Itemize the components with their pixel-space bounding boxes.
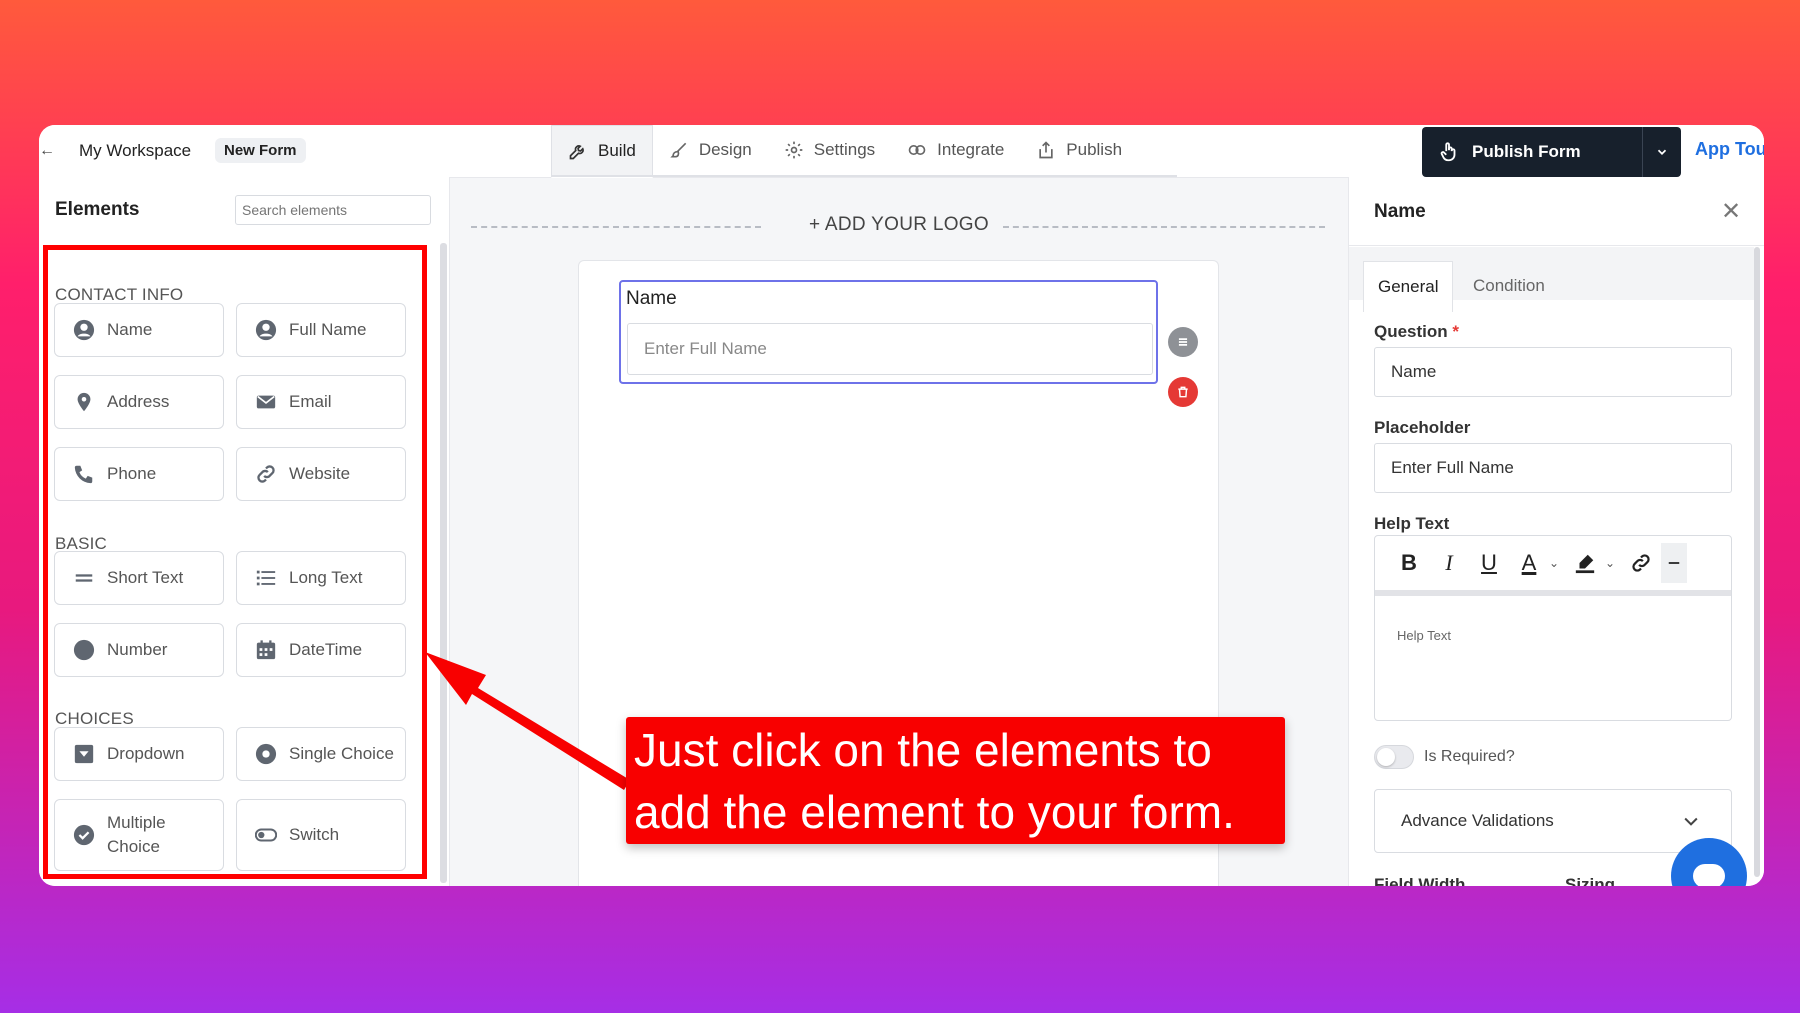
properties-divider [1349, 245, 1764, 246]
advance-validations-label: Advance Validations [1401, 811, 1554, 830]
font-color-button[interactable]: A [1509, 543, 1549, 583]
nav-underline [551, 175, 1177, 177]
marker-icon [1575, 554, 1595, 574]
minus-icon [1668, 562, 1680, 564]
elements-highlight-box [43, 245, 427, 879]
chevron-down-icon[interactable] [1681, 811, 1701, 831]
link-icon [908, 145, 926, 155]
elements-title: Elements [55, 199, 140, 220]
brush-icon [670, 142, 687, 158]
wrench-icon [569, 145, 584, 160]
insert-link-button[interactable] [1621, 543, 1661, 583]
share-icon [1039, 141, 1053, 159]
publish-dropdown-toggle[interactable] [1642, 127, 1681, 177]
close-icon[interactable]: ✕ [1721, 197, 1741, 226]
chevron-down-icon [1657, 149, 1667, 155]
help-text-label: Help Text [1374, 514, 1450, 533]
question-label: Question * [1374, 322, 1459, 342]
question-input[interactable]: Name [1374, 347, 1732, 397]
is-required-toggle[interactable] [1374, 745, 1414, 769]
help-text-placeholder[interactable]: Help Text [1397, 628, 1451, 643]
tab-publish-label: Publish [1066, 140, 1123, 159]
menu-lines-icon [1178, 338, 1188, 346]
tab-settings[interactable]: Settings [768, 125, 891, 175]
app-tour-link[interactable]: App Tour [1695, 139, 1764, 160]
field-delete-button[interactable] [1168, 377, 1198, 407]
logo-divider-left [471, 226, 761, 228]
tab-build-label: Build [598, 141, 636, 160]
is-required-label: Is Required? [1424, 748, 1515, 765]
underline-button[interactable]: U [1469, 543, 1509, 583]
tab-design[interactable]: Design [653, 125, 768, 175]
gear-icon [785, 141, 803, 159]
properties-title: Name [1374, 201, 1426, 222]
properties-scrollbar[interactable] [1754, 247, 1760, 877]
publish-form-button[interactable]: Publish Form [1422, 127, 1642, 177]
help-text-editor: B I U A ⌄ ⌄ Help Text [1374, 535, 1732, 721]
app-tour-label: App Tour [1695, 139, 1764, 159]
tab-build[interactable]: Build [551, 125, 653, 178]
chevron-down-icon[interactable]: ⌄ [1549, 556, 1565, 570]
add-logo-button[interactable]: + ADD YOUR LOGO [809, 214, 989, 236]
advance-validations-accordion[interactable]: Advance Validations [1374, 789, 1732, 853]
elements-panel: Elements CONTACT INFO Name Full Name Add… [39, 177, 450, 886]
tab-design-label: Design [698, 140, 752, 159]
tab-publish[interactable]: Publish [1020, 125, 1138, 175]
italic-button[interactable]: I [1429, 543, 1469, 583]
chevron-down-icon[interactable]: ⌄ [1605, 556, 1621, 570]
elements-scrollbar[interactable] [440, 243, 447, 883]
tab-general[interactable]: General [1363, 261, 1454, 312]
bold-button[interactable]: B [1389, 543, 1429, 583]
placeholder-label: Placeholder [1374, 418, 1471, 437]
field-menu-button[interactable] [1168, 327, 1198, 357]
properties-panel: Name ✕ General Condition Question * Name… [1348, 177, 1764, 886]
top-bar: ← My Workspace New Form Build Design Set… [39, 125, 1764, 178]
sizing-label: Sizing [1565, 875, 1616, 886]
search-elements-input[interactable] [235, 195, 431, 225]
name-field-input[interactable]: Enter Full Name [627, 323, 1153, 375]
placeholder-input[interactable]: Enter Full Name [1374, 443, 1732, 493]
tab-integrate-label: Integrate [937, 140, 1005, 159]
trash-icon [1178, 386, 1188, 398]
logo-divider-right [1003, 226, 1325, 228]
question-label-text: Question [1374, 322, 1448, 341]
required-asterisk: * [1452, 322, 1460, 341]
arrow-left-icon[interactable]: ← [39, 139, 55, 163]
link-icon [1632, 554, 1650, 572]
form-name-pill[interactable]: New Form [215, 138, 306, 163]
editor-toolbar: B I U A ⌄ ⌄ [1375, 536, 1731, 596]
field-width-label: Field Width [1374, 875, 1466, 886]
main-nav-tabs: Build Design Settings Integrate Publish [551, 125, 1138, 178]
annotation-callout: Just click on the elements to add the el… [626, 717, 1285, 844]
annotation-line-1: Just click on the elements to [634, 724, 1212, 776]
tab-integrate[interactable]: Integrate [891, 125, 1020, 175]
tab-settings-label: Settings [813, 140, 876, 159]
publish-form-label: Publish Form [1472, 142, 1581, 161]
workspace-link[interactable]: My Workspace [79, 141, 191, 161]
hand-pointer-icon [1440, 142, 1456, 162]
tab-condition[interactable]: Condition [1473, 261, 1545, 311]
more-options-button[interactable] [1661, 543, 1687, 583]
highlight-button[interactable] [1565, 543, 1605, 583]
annotation-line-2: add the element to your form. [634, 786, 1235, 838]
name-field-label: Name [626, 288, 677, 309]
